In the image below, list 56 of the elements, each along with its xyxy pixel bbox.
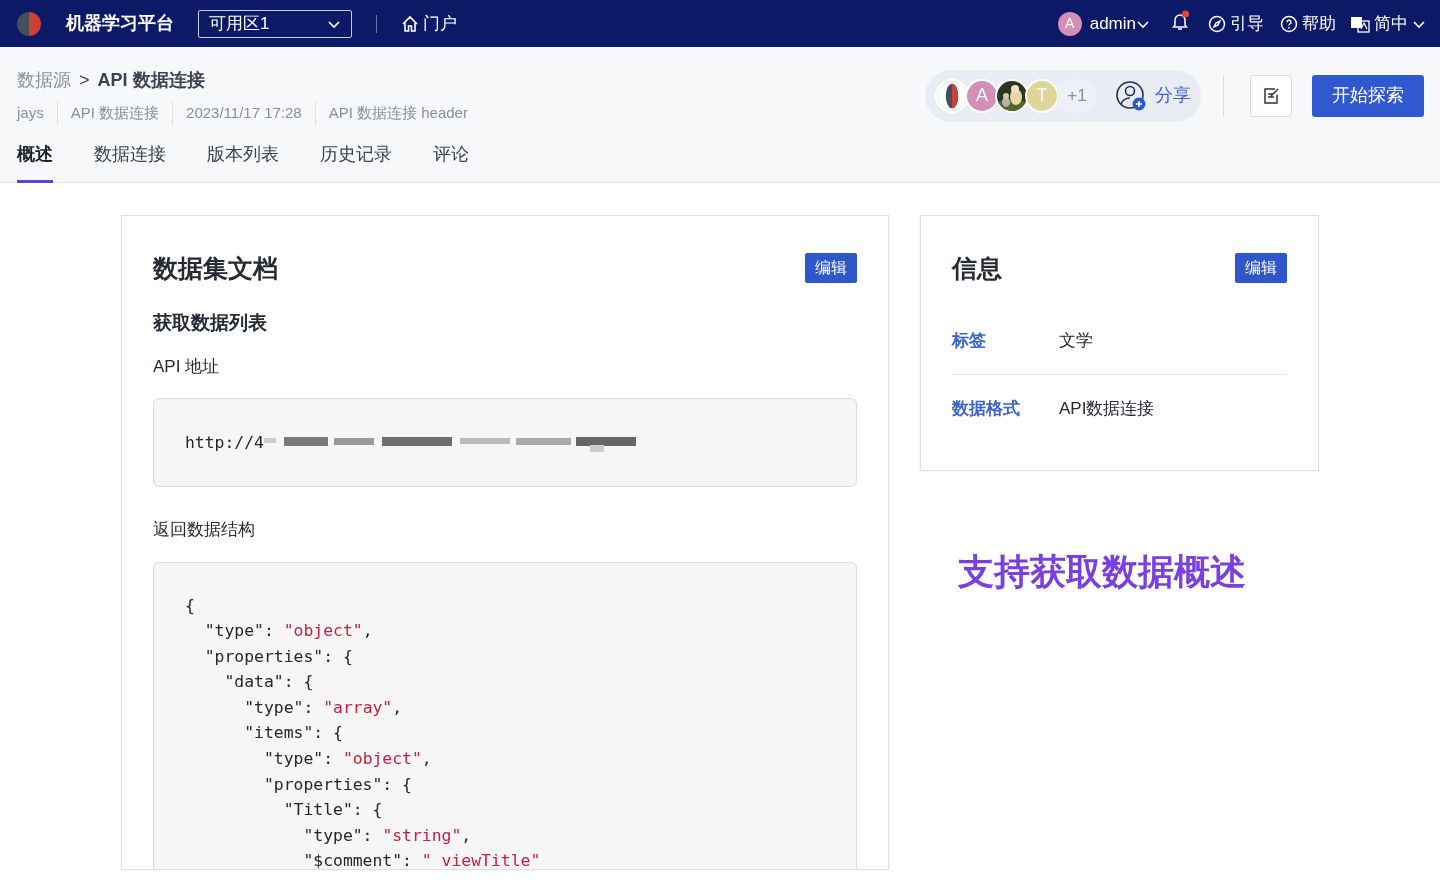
meta-text: jays <box>17 103 45 123</box>
zone-select[interactable]: 可用区1 <box>198 9 352 38</box>
code-line: "properties": { <box>203 645 354 668</box>
user-menu[interactable]: A admin <box>1057 10 1150 37</box>
portal-link[interactable]: 门户 <box>401 10 457 37</box>
bell-icon[interactable] <box>1170 9 1190 32</box>
code-line: "items": { <box>243 722 344 745</box>
breadcrumb-separator: > <box>79 69 90 92</box>
card-title: 数据集文档 <box>153 252 278 284</box>
code-line: "type": "array", <box>243 696 404 719</box>
edit-button[interactable]: 编辑 <box>1235 253 1287 284</box>
logo-icon <box>16 10 42 37</box>
tab[interactable]: 历史记录 <box>320 140 392 183</box>
app-title: 机器学习平台 <box>66 12 174 35</box>
share-button[interactable]: 分享 <box>1115 79 1191 112</box>
breadcrumb-current: API 数据连接 <box>97 69 205 92</box>
note-button[interactable] <box>1250 74 1292 117</box>
language-menu[interactable]: 简中 <box>1350 10 1426 37</box>
note-icon <box>1262 86 1280 105</box>
meta-text: API 数据连接 <box>56 102 173 125</box>
section-title: 获取数据列表 <box>153 311 268 335</box>
tab[interactable]: 数据连接 <box>94 140 166 183</box>
info-value: API数据连接 <box>1059 398 1155 421</box>
info-value: 文学 <box>1059 329 1093 352</box>
collaborator-avatar[interactable] <box>935 78 969 113</box>
field-label: API 地址 <box>153 355 221 378</box>
tab[interactable]: 评论 <box>433 140 469 183</box>
collaborator-avatar[interactable] <box>995 78 1029 113</box>
explore-button[interactable]: 开始探索 <box>1312 74 1424 117</box>
code-line: "data": { <box>223 671 315 694</box>
tab[interactable]: 版本列表 <box>207 140 279 183</box>
field-label: 返回数据结构 <box>153 519 256 541</box>
card-title: 信息 <box>952 252 1002 284</box>
code-line: "type": "string", <box>302 824 473 847</box>
guide-link[interactable]: 引导 <box>1208 10 1264 37</box>
code-line: "type": "object", <box>262 748 433 771</box>
tab[interactable]: 概述 <box>17 140 53 183</box>
code-line: { <box>185 594 196 617</box>
compass-icon <box>1208 14 1226 33</box>
code-line: "Title": { <box>282 799 384 822</box>
edit-button[interactable]: 编辑 <box>805 253 857 284</box>
code-line: "type": "object", <box>203 620 374 643</box>
user-avatar: A <box>1057 11 1082 36</box>
url-text: http://4 <box>185 431 264 454</box>
info-label: 标签 <box>952 329 987 352</box>
meta-text: 2023/11/17 17:28 <box>172 102 315 125</box>
help-link[interactable]: 帮助 <box>1280 10 1336 37</box>
info-label: 数据格式 <box>952 398 1021 421</box>
home-icon <box>401 14 419 33</box>
annotation-text: 支持获取数据概述 <box>958 549 1247 594</box>
code-line: "$comment": "_viewTitle" <box>302 850 542 869</box>
help-icon <box>1280 14 1298 33</box>
translate-icon <box>1350 14 1370 33</box>
add-user-icon <box>1115 79 1147 112</box>
code-line: "properties": { <box>262 773 413 796</box>
meta-text: API 数据连接 header <box>314 102 481 125</box>
